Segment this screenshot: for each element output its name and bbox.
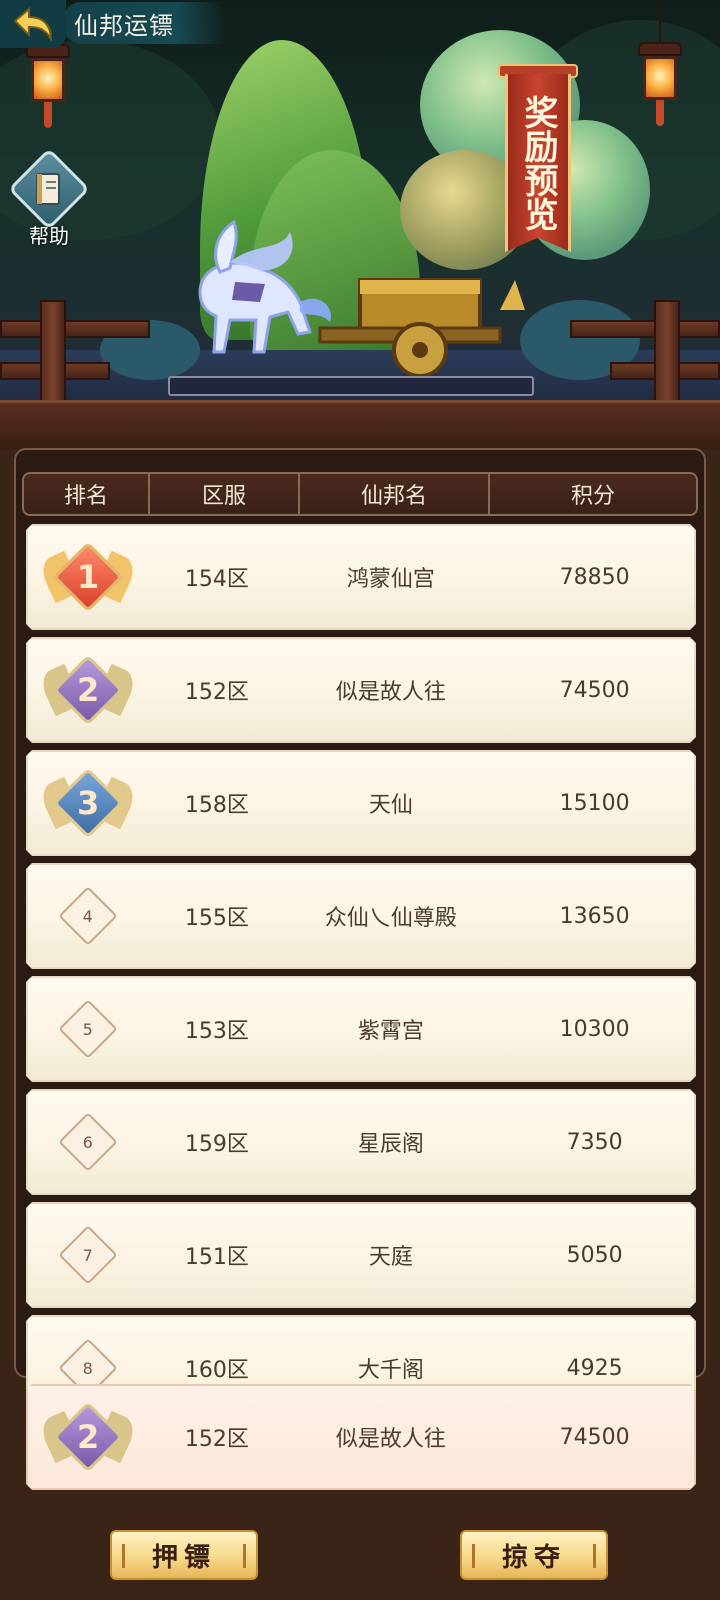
server-cell: 160区	[184, 1358, 249, 1383]
rank-badge-icon: 6	[58, 1112, 117, 1171]
guild-name-cell: 星辰阁	[357, 1132, 424, 1157]
rank-2-badge-icon: 2	[45, 1397, 131, 1477]
score-cell: 13650	[559, 903, 630, 929]
panel-roof	[0, 400, 720, 450]
score-cell: 15100	[559, 790, 630, 816]
rank-number: 6	[82, 1132, 93, 1152]
banner-body: 奖励预览	[505, 74, 571, 252]
rank-badge-icon: 4	[58, 886, 117, 945]
my-guild-rank-row: 2 152区 似是故人往 74500	[26, 1384, 696, 1490]
title-bar: 仙邦运镖	[62, 2, 226, 44]
rank-2-badge-icon: 2	[45, 650, 131, 730]
server-cell: 158区	[184, 793, 249, 818]
ranking-table-header: 排名 区服 仙邦名 积分	[22, 472, 698, 516]
guild-name-cell: 天仙	[368, 793, 413, 818]
table-row[interactable]: 4 155区 众仙乀仙尊殿 13650	[26, 863, 696, 969]
rank-number: 3	[76, 783, 99, 822]
server-cell: 153区	[184, 1019, 249, 1044]
help-button[interactable]: 帮助	[7, 147, 91, 249]
score-cell: 78850	[559, 564, 630, 590]
ranking-list[interactable]: 1 154区 鸿蒙仙宫 78850 2 152区 似是故人往 74500 3 1…	[26, 524, 696, 1400]
rank-number: 1	[76, 557, 99, 596]
server-cell: 159区	[184, 1132, 249, 1157]
rank-number: 7	[82, 1245, 93, 1265]
rank-number: 2	[76, 1417, 99, 1456]
server-cell: 152区	[184, 680, 249, 705]
score-cell: 5050	[566, 1242, 623, 1268]
rank-3-badge-icon: 3	[45, 763, 131, 843]
rank-badge-icon: 7	[58, 1225, 117, 1284]
guild-name-cell: 似是故人往	[335, 1427, 446, 1452]
escort-button[interactable]: 押镖	[110, 1530, 258, 1580]
help-icon-frame	[7, 147, 91, 231]
server-cell: 154区	[184, 567, 249, 592]
guild-name-cell: 鸿蒙仙宫	[346, 567, 435, 592]
score-cell: 74500	[559, 677, 630, 703]
escort-progress-bar	[168, 376, 534, 396]
score-cell: 10300	[559, 1016, 630, 1042]
page-title: 仙邦运镖	[74, 11, 174, 40]
lantern-left	[26, 44, 70, 128]
lantern-right	[638, 2, 682, 126]
rank-number: 2	[76, 670, 99, 709]
rank-number: 4	[82, 906, 93, 926]
guild-name-cell: 众仙乀仙尊殿	[324, 906, 457, 931]
guild-name-cell: 大千阁	[357, 1358, 424, 1383]
rank-number: 8	[82, 1358, 93, 1378]
convoy-scene	[0, 0, 720, 420]
reward-preview-label: 奖励预览	[518, 95, 558, 231]
guild-name-cell: 似是故人往	[335, 680, 446, 705]
rob-button[interactable]: 掠夺	[460, 1530, 608, 1580]
table-row[interactable]: 6 159区 星辰阁 7350	[26, 1089, 696, 1195]
table-row[interactable]: 2 152区 似是故人往 74500	[26, 637, 696, 743]
rank-1-badge-icon: 1	[45, 537, 131, 617]
reward-preview-button[interactable]: 奖励预览	[498, 64, 578, 274]
back-button[interactable]	[0, 0, 66, 48]
escort-cart	[318, 278, 525, 378]
guild-name-cell: 紫霄宫	[357, 1019, 424, 1044]
score-cell: 4925	[566, 1355, 623, 1381]
table-row[interactable]: 1 154区 鸿蒙仙宫 78850	[26, 524, 696, 630]
score-cell: 74500	[559, 1424, 630, 1450]
table-row[interactable]: 7 151区 天庭 5050	[26, 1202, 696, 1308]
fence-right	[560, 300, 720, 410]
score-cell: 7350	[566, 1129, 623, 1155]
fence-left	[0, 300, 160, 410]
server-cell: 152区	[184, 1427, 249, 1452]
rank-number: 5	[82, 1019, 93, 1039]
column-score: 积分	[570, 484, 615, 509]
server-cell: 151区	[184, 1245, 249, 1270]
table-row[interactable]: 5 153区 紫霄宫 10300	[26, 976, 696, 1082]
guild-name-cell: 天庭	[368, 1245, 413, 1270]
rank-badge-icon: 5	[58, 999, 117, 1058]
back-arrow-icon	[13, 7, 53, 41]
table-row[interactable]: 3 158区 天仙 15100	[26, 750, 696, 856]
book-icon	[36, 173, 60, 205]
column-server: 区服	[150, 474, 300, 514]
column-guild-name: 仙邦名	[300, 474, 490, 514]
column-rank: 排名	[24, 474, 150, 514]
server-cell: 155区	[184, 906, 249, 931]
